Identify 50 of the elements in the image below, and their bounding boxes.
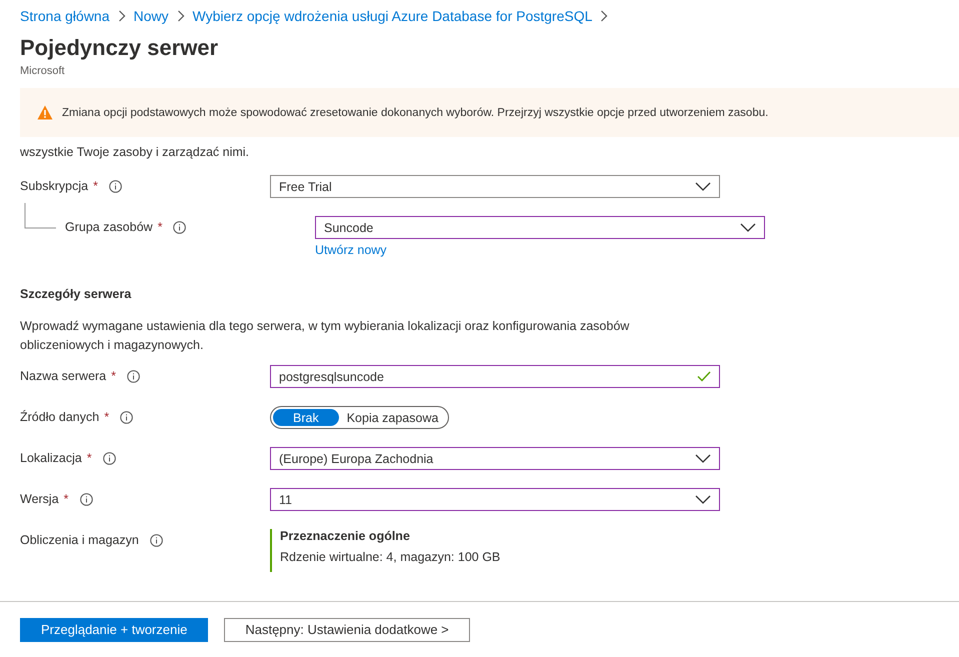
required-asterisk: * (158, 220, 162, 234)
section-description: Wprowadź wymagane ustawienia dla tego serwera, w tym wybierania lokalizacji oraz konfigurowania zasobów obliczeniowych i magazynowych. (20, 318, 630, 354)
required-asterisk: * (64, 492, 69, 506)
info-icon[interactable] (150, 534, 163, 546)
field-label: Grupa zasobów (65, 220, 153, 234)
warning-icon (37, 105, 53, 120)
create-new-link[interactable]: Utwórz nowy (315, 243, 765, 257)
caret-icon (695, 454, 711, 463)
text-field[interactable]: postgresqlsuncode (270, 365, 720, 388)
chevron-icon (600, 10, 608, 22)
caret-icon (695, 495, 711, 504)
breadcrumb-link[interactable]: Wybierz opcję wdrożenia usługi Azure Database for PostgreSQL (192, 8, 592, 24)
page-title: Pojedynczy serwer (20, 35, 220, 61)
field-label: Lokalizacja (20, 451, 82, 465)
dropdown-field[interactable]: Suncode (315, 216, 765, 239)
info-icon[interactable] (127, 370, 140, 382)
info-icon[interactable] (102, 452, 116, 464)
next-button[interactable]: Następny: Ustawienia dodatkowe > (224, 618, 470, 642)
caret-icon (740, 223, 756, 232)
breadcrumb-link[interactable]: Nowy (134, 8, 169, 24)
info-icon[interactable] (80, 492, 93, 506)
tree-connector (24, 203, 56, 229)
dropdown-field[interactable]: Free Trial (270, 175, 720, 198)
required-asterisk: * (86, 451, 92, 465)
info-icon[interactable] (120, 410, 134, 424)
info-icon[interactable] (173, 220, 186, 234)
publisher-label: Microsoft (20, 65, 66, 77)
summary-detail: Rdzenie wirtualne: 4, magazyn: 100 GB (280, 550, 502, 564)
required-asterisk: * (104, 410, 110, 424)
info-icon[interactable] (108, 180, 122, 192)
section-heading: Szczegóły serwera (20, 287, 132, 301)
field-label: Subskrypcja (20, 179, 88, 193)
field-label: Obliczenia i magazyn (20, 533, 139, 547)
chevron-icon (176, 10, 185, 22)
breadcrumb-link[interactable]: Strona główna (20, 8, 110, 24)
required-asterisk: * (111, 369, 116, 383)
intro-text: wszystkie Twoje zasoby i zarządzać nimi. (20, 145, 250, 161)
field-label: Źródło danych (20, 410, 100, 424)
toggle-option[interactable]: Kopia zapasowa (338, 409, 446, 426)
caret-icon (695, 182, 711, 191)
summary-title: Przeznaczenie ogólne (280, 529, 411, 543)
field-label: Wersja (20, 492, 59, 506)
review-create-button[interactable]: Przeglądanie + tworzenie (20, 618, 208, 642)
chevron-icon (118, 10, 126, 22)
dropdown-field[interactable]: (Europe) Europa Zachodnia (270, 447, 720, 470)
required-asterisk: * (93, 179, 98, 193)
toggle-option[interactable]: Brak (273, 409, 339, 426)
dropdown-field[interactable]: 11 (270, 488, 720, 511)
field-label: Nazwa serwera (20, 369, 106, 383)
warning-text: Zmiana opcji podstawowych może spowodować zresetowanie dokonanych wyborów. Przejrzyj wszystkie opcje przed utworzeniem zasobu. (62, 106, 768, 118)
